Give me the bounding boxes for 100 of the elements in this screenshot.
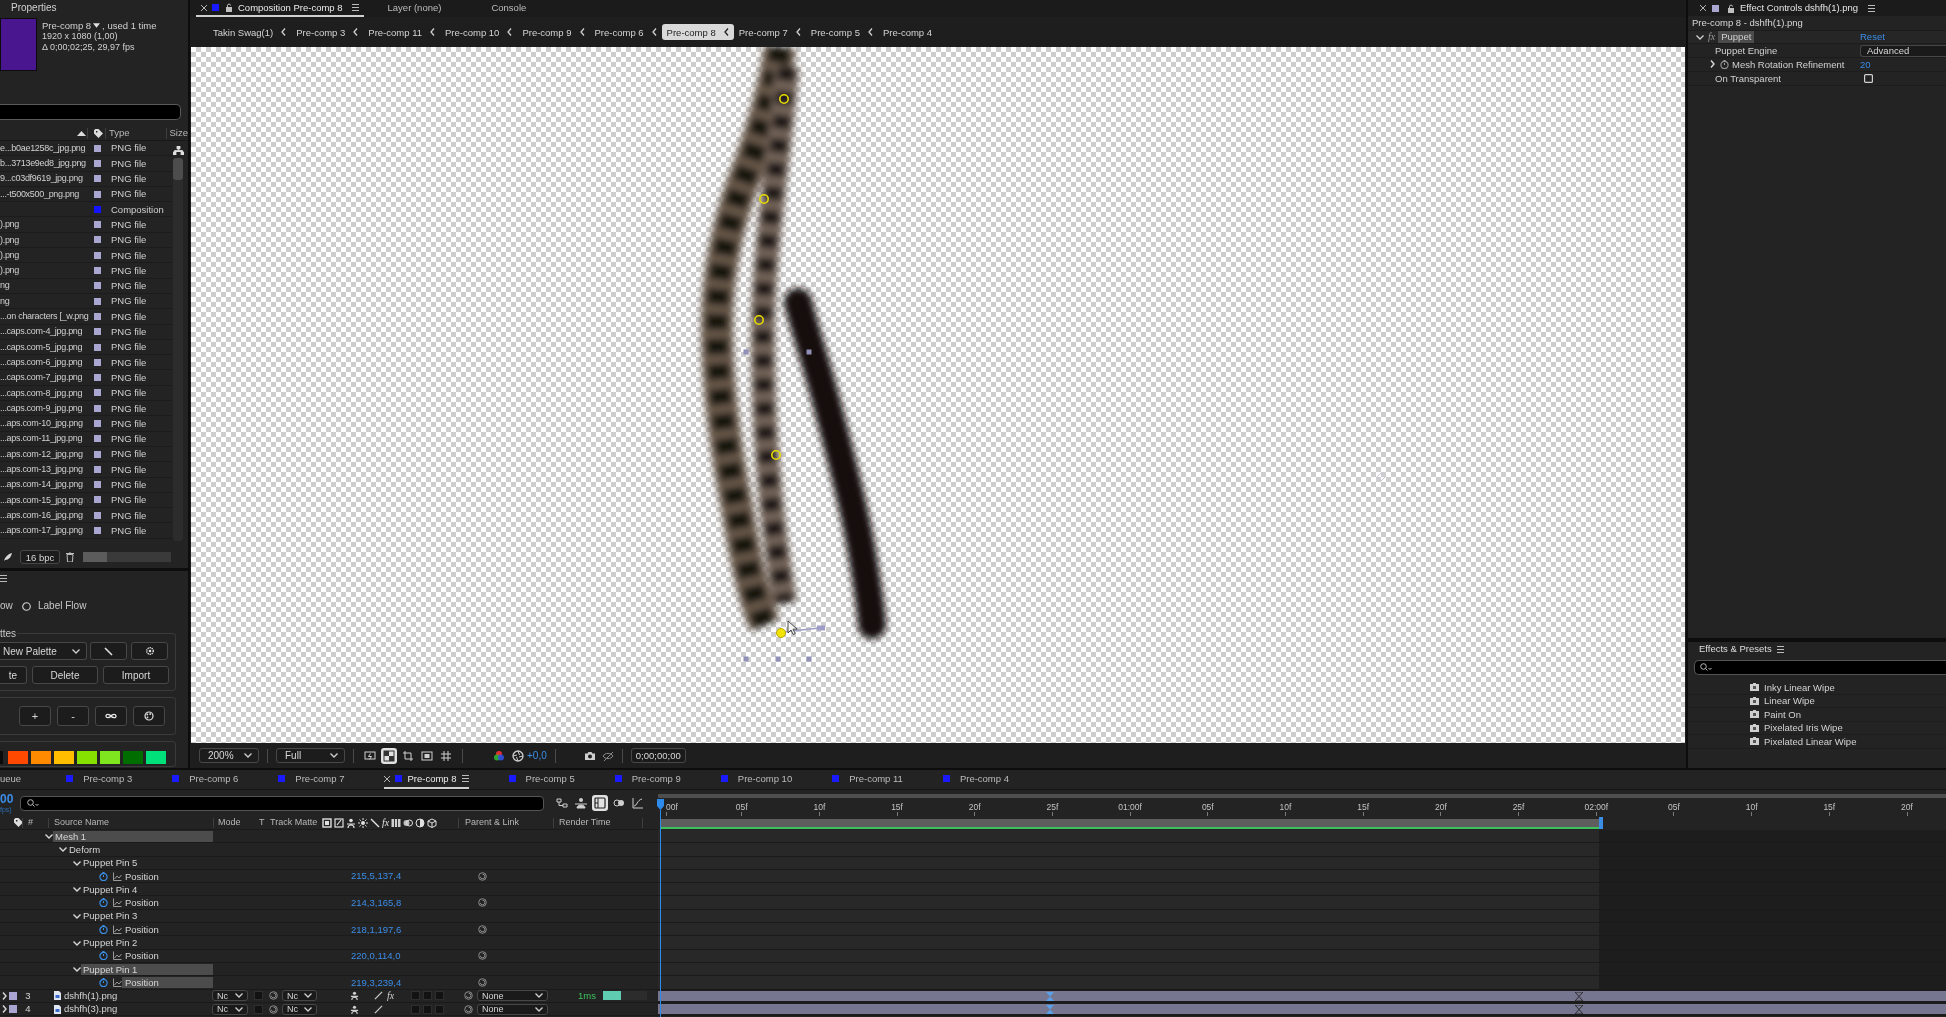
property-group-name[interactable]: Puppet Pin 3 [81,910,213,922]
camera-icon[interactable] [583,749,596,762]
panel-tab[interactable]: ueue [0,770,22,789]
parent-dropdown[interactable]: None [477,990,548,1002]
composition-tab[interactable]: Pre-comp 6 [172,770,239,789]
file-name[interactable]: ...caps.com-9_jpg.png [0,402,83,413]
lock-icon[interactable] [225,3,233,12]
close-icon[interactable] [201,4,207,11]
label-color-icon[interactable] [94,389,101,397]
fx-label[interactable]: fx [1708,31,1716,43]
property-group-name[interactable]: Puppet Pin 1 [81,963,213,975]
effect-name[interactable]: Puppet [1718,31,1755,43]
panel-tab[interactable]: Console [486,0,532,17]
file-name[interactable]: ...caps.com-7_jpg.png [0,372,83,383]
composition-tab[interactable]: Pre-comp 8 [384,770,469,789]
pen-square-icon[interactable] [334,817,344,828]
property-value[interactable]: 219,3,239,4 [351,976,464,989]
composition-tab[interactable]: Pre-comp 11 [832,770,903,789]
chevron-down-icon[interactable] [73,938,81,947]
property-name[interactable]: Position [122,870,213,882]
chevron-down-icon[interactable] [1696,34,1704,40]
file-name[interactable]: ...aps.com-13_jpg.png [0,464,83,474]
timeline-switch-button[interactable] [554,795,570,811]
label-color-icon[interactable] [94,404,101,412]
spiral-icon[interactable] [478,898,487,908]
property-group-name[interactable]: Deform [67,843,213,855]
gear-button[interactable] [131,642,168,660]
file-name[interactable]: ...caps.com-8_jpg.png [0,387,83,398]
panel-tab[interactable]: Effects & Presets [1699,643,1772,655]
file-name[interactable]: 9...c03df9619_jpg.png [0,173,83,184]
mode-dropdown[interactable]: Nc [212,990,248,1002]
panel-tab[interactable]: Layer (none) [382,0,447,17]
preset-name[interactable]: Paint On [1764,708,1801,720]
file-name[interactable]: ...caps.com-5_jpg.png [0,341,83,352]
label-color-icon[interactable] [94,236,101,244]
label-color-icon[interactable] [94,343,101,351]
spiral-icon[interactable] [478,871,487,881]
timeline-switch-button[interactable] [592,795,608,811]
property-name[interactable]: Position [122,950,213,962]
graph-icon[interactable] [113,898,122,908]
file-name[interactable]: ...aps.com-10_jpg.png [0,418,83,429]
composition-tab[interactable]: Pre-comp 9 [614,770,681,789]
checkbox[interactable] [1864,74,1873,83]
sort-arrow-icon[interactable] [77,130,86,136]
chevron-down-icon[interactable] [73,885,81,894]
figure-icon[interactable] [350,1004,359,1014]
label-color-icon[interactable] [94,496,101,504]
track-matte-dropdown[interactable]: Nc [282,1003,317,1015]
trash-icon[interactable] [66,552,74,562]
palette-button[interactable]: te [0,666,27,684]
property-value[interactable]: 20 [1860,58,1871,71]
breadcrumb[interactable]: Pre-comp 5 [805,24,878,40]
property-value[interactable]: 218,1,197,6 [351,923,464,935]
remove-button[interactable]: - [57,706,89,726]
stopwatch-icon[interactable] [99,871,108,881]
panel-tab[interactable]: Properties [11,2,57,14]
file-name[interactable]: ...aps.com-12_jpg.png [0,448,83,459]
lock-icon[interactable] [1727,3,1735,13]
label-color-icon[interactable] [94,282,101,290]
composition-tab[interactable]: Pre-comp 5 [508,770,575,789]
property-value[interactable]: 220,0,114,0 [351,950,464,962]
composition-tab[interactable]: Pre-comp 3 [66,770,133,789]
mode-dropdown[interactable]: Nc [212,1003,248,1015]
color-swatch[interactable] [8,751,28,764]
graph-icon[interactable] [113,977,122,987]
exposure-value[interactable]: +0,0 [527,749,547,762]
breadcrumb[interactable]: Pre-comp 7 [733,24,806,40]
color-swatch[interactable] [100,751,120,764]
film-frames-icon[interactable] [391,817,402,828]
spiral-icon[interactable] [269,991,278,1001]
eye-icon[interactable] [601,749,614,762]
playhead[interactable] [657,799,664,1017]
color-swatch[interactable] [146,751,166,764]
dropdown-triangle-icon[interactable] [93,23,101,28]
menu-icon[interactable] [0,574,7,582]
parent-dropdown[interactable]: None [477,1003,548,1015]
column-header[interactable]: fx [382,816,390,829]
option-label[interactable]: Label Flow [38,600,87,612]
file-name[interactable]: e...b0ae1258c_jpg.png [0,142,86,153]
circles-icon[interactable] [403,817,414,828]
square-icon[interactable] [322,817,332,828]
file-name[interactable]: ).png [0,249,19,260]
current-time[interactable]: 00 [0,793,18,805]
file-name[interactable]: ...-t500x500_png.png [0,188,80,199]
property-value[interactable]: 214,3,165,8 [351,896,464,909]
file-name[interactable]: ...aps.com-15_jpg.png [0,494,83,505]
menu-icon[interactable] [1868,4,1876,12]
figure-icon[interactable] [350,991,359,1001]
property-group-name[interactable]: Mesh 1 [53,830,213,842]
menu-icon[interactable] [351,4,359,11]
vertical-scrollbar[interactable] [173,158,183,541]
spiral-icon[interactable] [478,924,487,934]
chevron-down-icon[interactable] [45,832,53,841]
switch-box[interactable] [435,1004,444,1014]
file-name[interactable]: ...caps.com-6_jpg.png [0,356,83,367]
label-color-icon[interactable] [94,312,101,320]
column-header[interactable]: Size [169,127,188,139]
stopwatch-icon[interactable] [99,977,108,987]
label-color-icon[interactable] [94,251,101,259]
search-field[interactable] [1694,660,1946,675]
